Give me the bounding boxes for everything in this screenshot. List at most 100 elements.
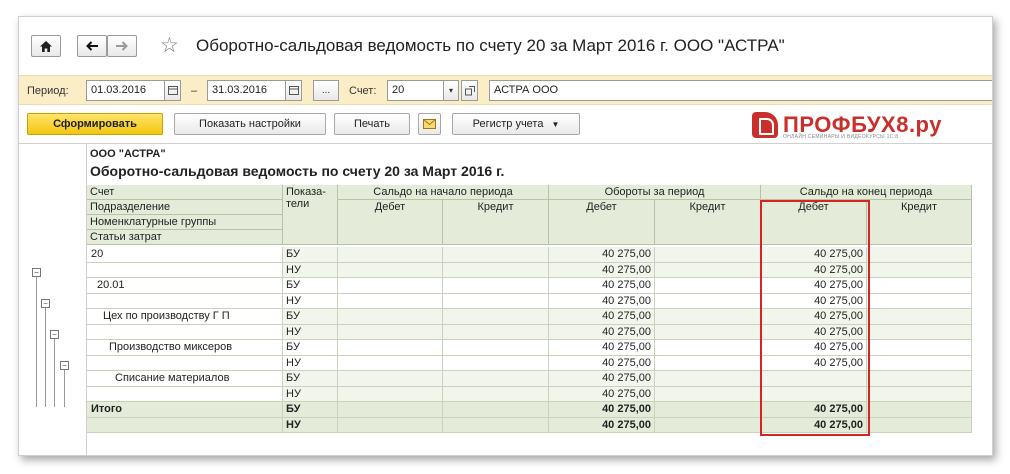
row-opening-credit xyxy=(443,355,549,371)
row-closing-credit xyxy=(867,355,972,371)
email-button[interactable] xyxy=(418,113,441,135)
row-turnover-debit: 40 275,00 xyxy=(549,386,655,402)
calendar-icon xyxy=(167,86,178,95)
report-organization: ООО "АСТРА" xyxy=(90,148,166,160)
row-opening-credit xyxy=(443,324,549,340)
row-indicator: НУ xyxy=(283,355,338,371)
row-turnover-credit xyxy=(655,278,761,294)
date-from-field[interactable]: 01.03.2016 xyxy=(86,80,165,101)
row-name: 20 xyxy=(87,247,283,263)
row-name xyxy=(87,324,283,340)
tree-line xyxy=(64,365,65,407)
calendar-from-button[interactable] xyxy=(164,80,181,101)
row-opening-credit xyxy=(443,371,549,387)
star-icon[interactable]: ☆ xyxy=(160,33,179,58)
row-opening-debit xyxy=(338,417,443,433)
header-opening-debit: Дебет xyxy=(338,200,443,245)
row-opening-credit xyxy=(443,293,549,309)
row-opening-debit xyxy=(338,309,443,325)
row-name: 20.01 xyxy=(87,278,283,294)
row-closing-credit xyxy=(867,247,972,263)
row-closing-credit xyxy=(867,386,972,402)
row-name: Цех по производству Г П xyxy=(87,309,283,325)
register-label: Регистр учета xyxy=(472,118,544,130)
tree-line xyxy=(54,334,55,407)
row-turnover-debit: 40 275,00 xyxy=(549,340,655,356)
header-cost-items: Статьи затрат xyxy=(87,230,283,245)
row-indicator: НУ xyxy=(283,324,338,340)
logo-subtitle: ОНЛАЙН СЕМИНАРЫ И ВИДЕОКУРСЫ 1С:8 xyxy=(783,134,899,140)
header-turnover-debit: Дебет xyxy=(549,200,655,245)
logo-text: ПРОФБУХ8.ру xyxy=(783,112,942,137)
row-turnover-credit xyxy=(655,386,761,402)
collapse-toggle-nomenclature[interactable]: − xyxy=(60,361,69,370)
row-opening-credit xyxy=(443,247,549,263)
row-name xyxy=(87,417,283,433)
row-indicator: НУ xyxy=(283,293,338,309)
row-turnover-credit xyxy=(655,355,761,371)
collapse-toggle-20[interactable]: − xyxy=(32,268,41,277)
header-account: Счет xyxy=(87,185,283,200)
app-window: ☆ Оборотно-сальдовая ведомость по счету … xyxy=(18,16,993,456)
period-select-button[interactable]: ... xyxy=(313,80,339,101)
register-dropdown-button[interactable]: Регистр учета ▼ xyxy=(452,113,580,135)
row-turnover-credit xyxy=(655,247,761,263)
row-closing-credit xyxy=(867,262,972,278)
collapse-toggle-department[interactable]: − xyxy=(50,330,59,339)
tree-line xyxy=(45,303,46,407)
report-title: Оборотно-сальдовая ведомость по счету 20… xyxy=(90,163,505,179)
account-open-button[interactable] xyxy=(461,80,478,101)
home-button[interactable] xyxy=(31,35,61,57)
arrow-right-icon xyxy=(116,41,128,51)
generate-button[interactable]: Сформировать xyxy=(27,113,163,135)
chevron-down-icon: ▾ xyxy=(448,86,453,95)
header-nomenclature-groups: Номенклатурные группы xyxy=(87,215,283,230)
print-button[interactable]: Печать xyxy=(334,113,410,135)
tree-line xyxy=(36,272,37,407)
account-dropdown-button[interactable]: ▾ xyxy=(443,80,459,101)
row-indicator: БУ xyxy=(283,371,338,387)
report-area: ООО "АСТРА" Оборотно-сальдовая ведомость… xyxy=(19,143,992,455)
row-turnover-credit xyxy=(655,417,761,433)
highlight-frame xyxy=(760,200,870,436)
row-closing-credit xyxy=(867,324,972,340)
row-indicator: БУ xyxy=(283,402,338,418)
row-turnover-credit xyxy=(655,402,761,418)
organization-field[interactable]: АСТРА ООО xyxy=(489,80,992,101)
row-indicator: БУ xyxy=(283,278,338,294)
period-label: Период: xyxy=(27,85,69,97)
row-opening-debit xyxy=(338,371,443,387)
show-settings-button[interactable]: Показать настройки xyxy=(174,113,326,135)
date-to-field[interactable]: 31.03.2016 xyxy=(207,80,286,101)
row-closing-credit xyxy=(867,402,972,418)
row-name: Списание материалов xyxy=(87,371,283,387)
calendar-to-button[interactable] xyxy=(285,80,302,101)
header-opening-credit: Кредит xyxy=(443,200,549,245)
row-turnover-debit: 40 275,00 xyxy=(549,262,655,278)
row-closing-credit xyxy=(867,278,972,294)
row-opening-debit xyxy=(338,293,443,309)
header-department: Подразделение xyxy=(87,200,283,215)
row-opening-credit xyxy=(443,309,549,325)
row-opening-debit xyxy=(338,262,443,278)
header-turnover: Обороты за период xyxy=(549,185,761,200)
parameters-bar: Период: 01.03.2016 – 31.03.2016 ... Счет… xyxy=(19,75,992,105)
row-opening-debit xyxy=(338,278,443,294)
back-button[interactable] xyxy=(77,35,107,57)
row-turnover-credit xyxy=(655,309,761,325)
row-name: Итого xyxy=(87,402,283,418)
header-indicators: Показа- тели xyxy=(283,185,338,245)
row-turnover-debit: 40 275,00 xyxy=(549,309,655,325)
collapse-toggle-20-01[interactable]: − xyxy=(41,299,50,308)
forward-button[interactable] xyxy=(107,35,137,57)
account-field[interactable]: 20 xyxy=(387,80,444,101)
row-turnover-credit xyxy=(655,340,761,356)
row-indicator: БУ xyxy=(283,247,338,263)
row-name: Производство миксеров xyxy=(87,340,283,356)
row-opening-credit xyxy=(443,262,549,278)
row-name xyxy=(87,355,283,371)
row-opening-credit xyxy=(443,278,549,294)
header-closing-balance: Сальдо на конец периода xyxy=(761,185,972,200)
logo-mark-icon xyxy=(752,112,778,138)
row-opening-credit xyxy=(443,340,549,356)
